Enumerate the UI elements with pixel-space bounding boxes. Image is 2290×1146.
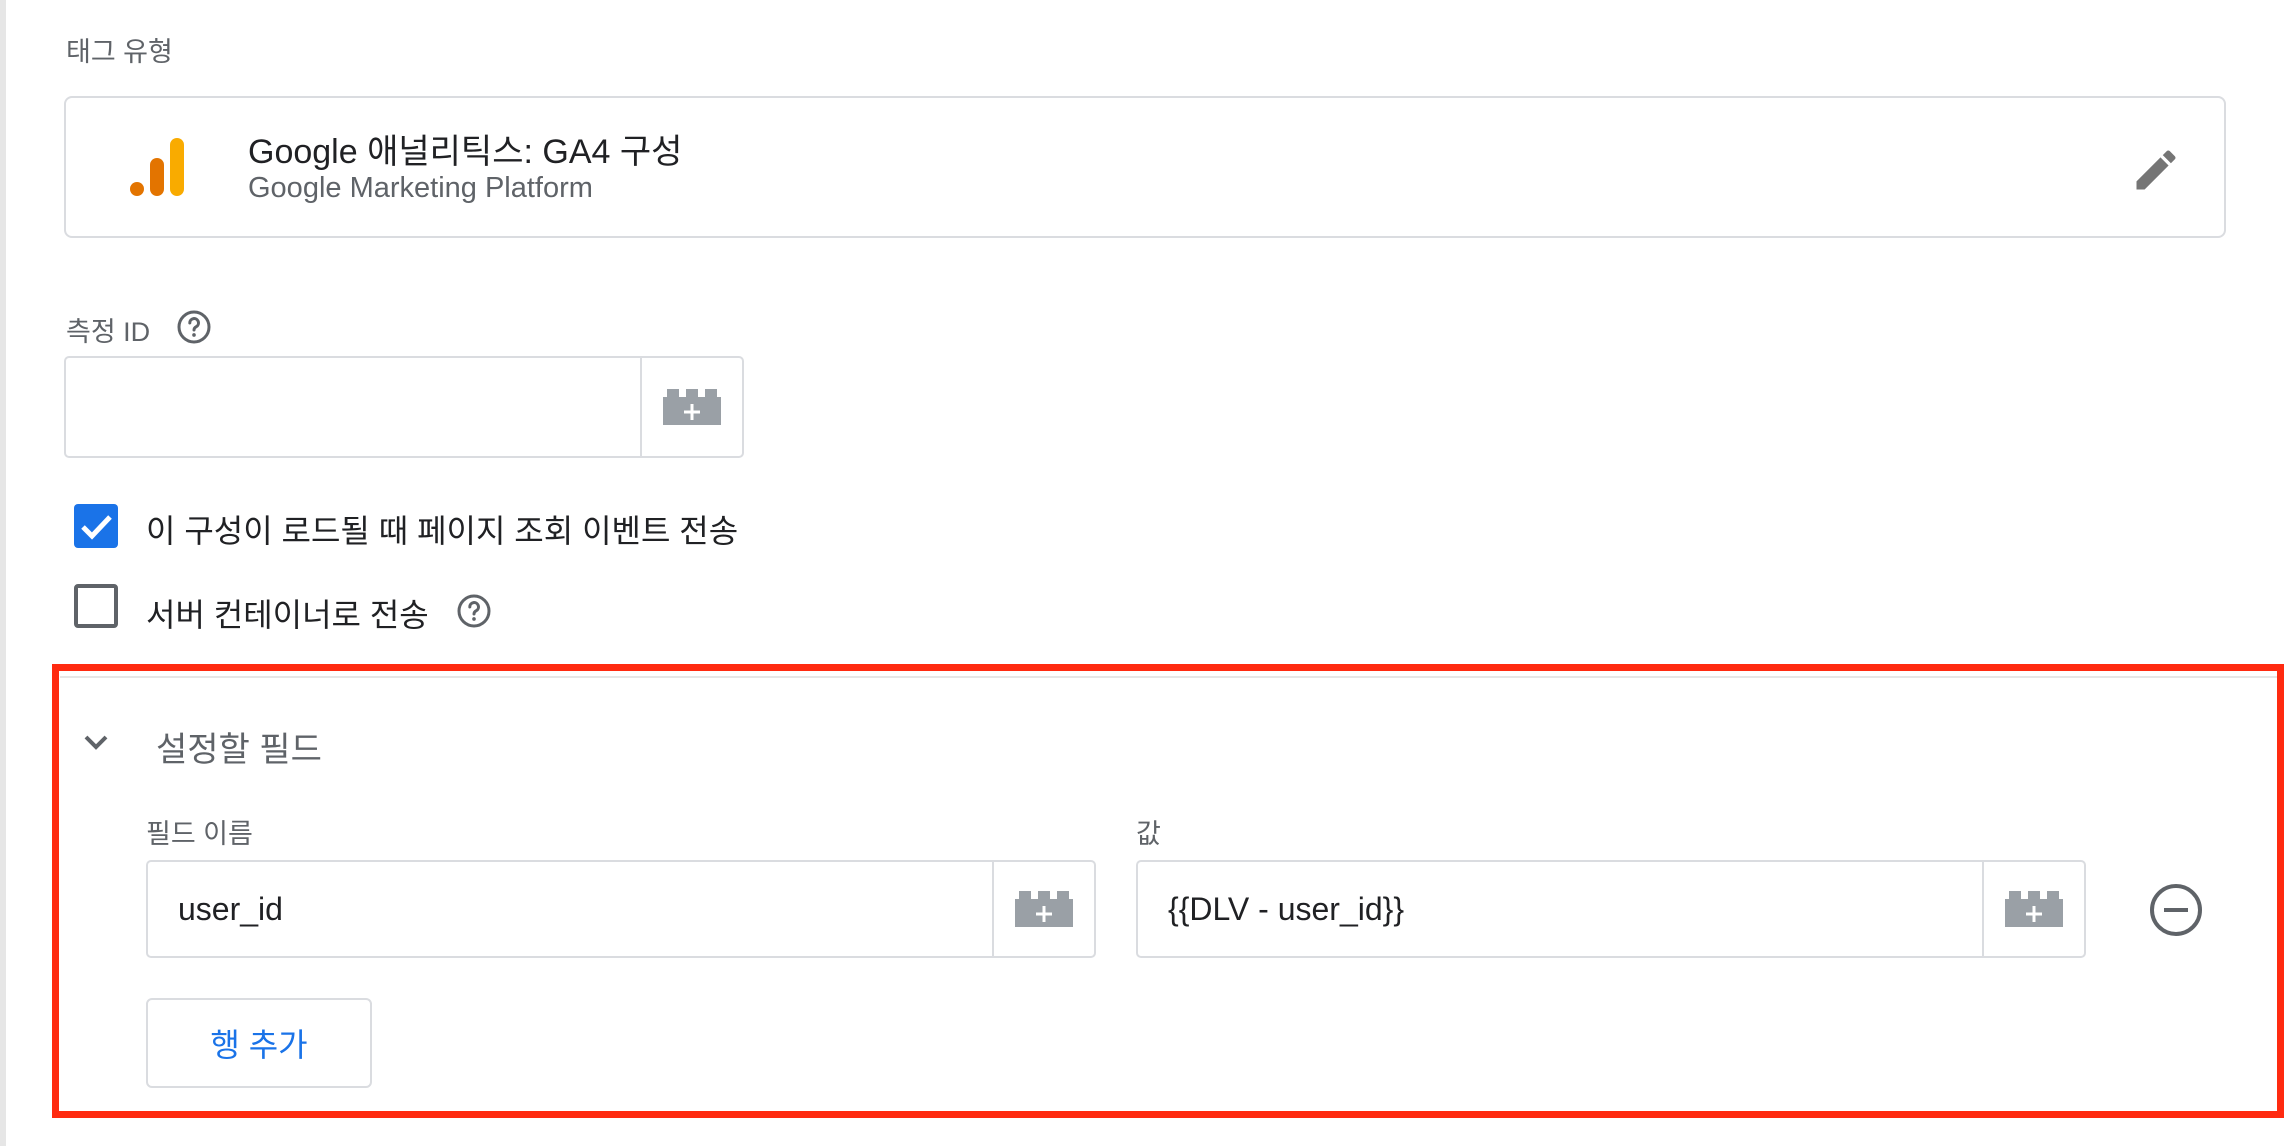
measurement-id-input[interactable] <box>66 358 642 456</box>
measurement-id-label: 측정 ID <box>66 317 151 347</box>
pageview-checkbox-label: 이 구성이 로드될 때 페이지 조회 이벤트 전송 <box>146 513 739 549</box>
pencil-icon[interactable] <box>2130 144 2182 196</box>
tag-config-page: 태그 유형 Google 애널리틱스: GA4 구성 Google Market… <box>0 0 2290 1146</box>
tag-type-title: Google 애널리틱스: GA4 구성 <box>248 133 683 171</box>
tag-type-card[interactable]: Google 애널리틱스: GA4 구성 Google Marketing Pl… <box>64 96 2226 238</box>
variable-block-icon <box>663 389 721 425</box>
checkmark-icon <box>81 515 112 540</box>
server-container-checkbox[interactable] <box>74 584 118 628</box>
highlight-box <box>52 664 2284 1118</box>
left-border <box>0 0 6 1146</box>
server-container-checkbox-label: 서버 컨테이너로 전송 <box>146 597 429 633</box>
help-circle-icon[interactable] <box>456 593 492 629</box>
tag-type-label: 태그 유형 <box>66 37 173 67</box>
pageview-checkbox[interactable] <box>74 504 118 548</box>
google-analytics-icon <box>130 138 184 196</box>
tag-type-subtitle: Google Marketing Platform <box>248 172 593 204</box>
measurement-id-variable-picker[interactable] <box>640 358 742 456</box>
measurement-id-input-group <box>64 356 744 458</box>
help-circle-icon[interactable] <box>176 309 212 345</box>
